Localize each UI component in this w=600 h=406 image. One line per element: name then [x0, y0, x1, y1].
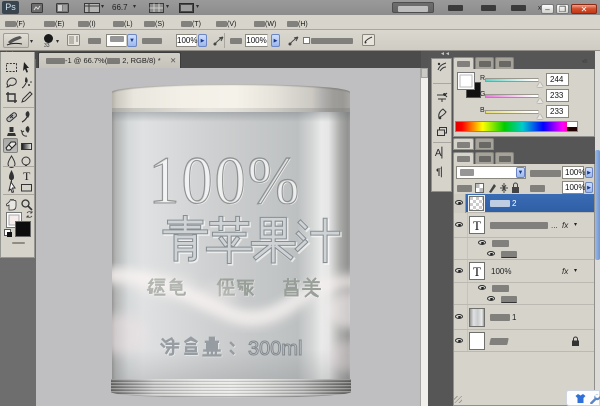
svg-text:300ml: 300ml — [248, 338, 302, 360]
